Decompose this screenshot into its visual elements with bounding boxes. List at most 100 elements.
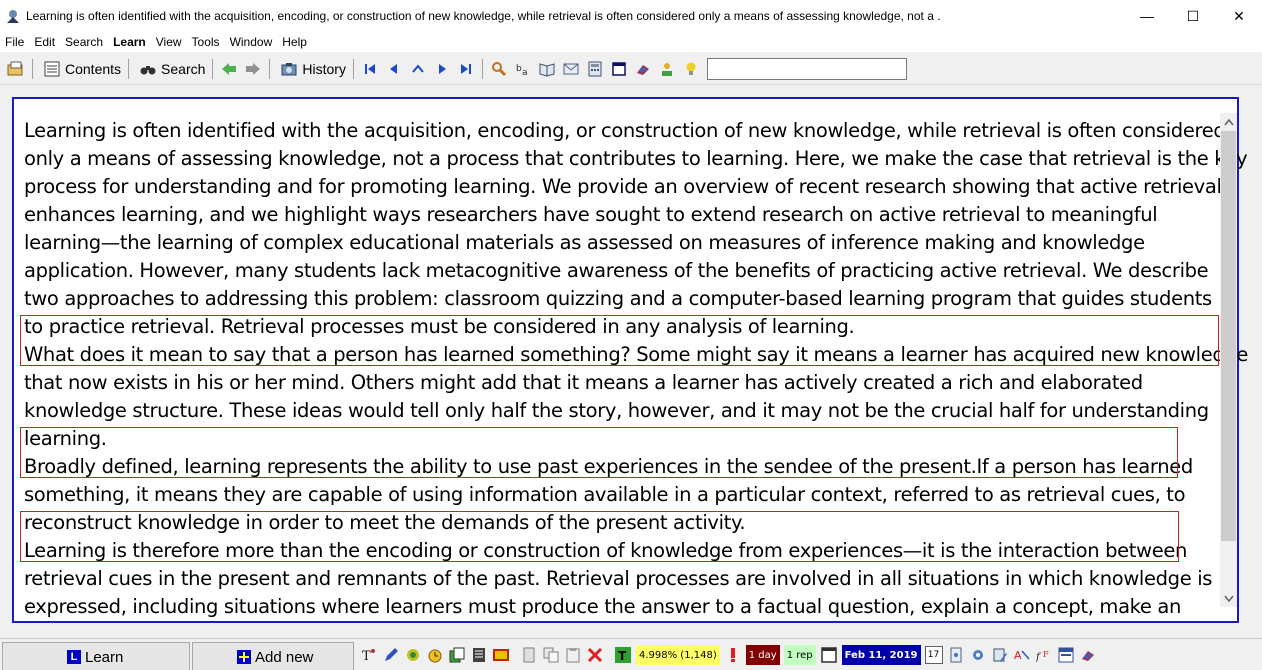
toolbar-separator	[481, 58, 483, 79]
parent-element-icon[interactable]	[408, 59, 428, 79]
text-line: process for understanding and for promot…	[24, 175, 1222, 198]
font-format-icon[interactable]: fF	[1035, 646, 1053, 664]
element-content-panel[interactable]: Learning is often identified with the ac…	[12, 97, 1249, 623]
font-icon[interactable]: T	[360, 646, 378, 664]
interval-badge: 1 day	[745, 645, 780, 665]
replace-text-icon[interactable]: ba	[513, 59, 533, 79]
add-new-icon	[237, 650, 251, 664]
stamp-icon[interactable]	[404, 646, 422, 664]
svg-text:T: T	[362, 649, 371, 663]
learn-tab-label: Learn	[85, 648, 124, 666]
history-button[interactable]: History	[274, 57, 349, 81]
learn-tab[interactable]: L Learn	[2, 642, 190, 670]
menu-help[interactable]: Help	[277, 32, 312, 52]
text-line: Broadly defined, learning represents the…	[24, 455, 1193, 478]
back-arrow-icon[interactable]	[219, 59, 239, 79]
menu-search[interactable]: Search	[60, 32, 108, 52]
camera-icon	[279, 59, 299, 79]
first-element-icon[interactable]	[360, 59, 380, 79]
text-line: Learning is often identified with the ac…	[24, 119, 1226, 142]
search-button[interactable]: Search	[133, 57, 208, 81]
calendar-icon[interactable]: 17	[924, 646, 943, 664]
title-bar: Learning is often identified with the ac…	[0, 0, 1262, 32]
calendar-day: 17	[927, 650, 940, 660]
window-icon[interactable]	[609, 59, 629, 79]
text-line: retrieval cues in the present and remnan…	[24, 567, 1213, 590]
paste-icon[interactable]	[520, 646, 538, 664]
scrollbar-thumb[interactable]	[1221, 131, 1236, 541]
menu-window[interactable]: Window	[225, 32, 278, 52]
toolbar: Contents Search History ba	[0, 53, 1262, 85]
menu-tools[interactable]: Tools	[187, 32, 225, 52]
text-line: learning—the learning of complex educati…	[24, 231, 1145, 254]
pencil-icon[interactable]	[991, 646, 1009, 664]
status-toolbar: T T 4.998% (1,148) 1 day 1 rep Feb 11, 2…	[358, 643, 1099, 667]
topic-icon[interactable]: T	[614, 646, 632, 664]
window-mode-icon[interactable]	[820, 646, 838, 664]
article-text[interactable]: Learning is often identified with the ac…	[24, 117, 1249, 621]
svg-text:a: a	[522, 68, 528, 77]
add-new-tab[interactable]: Add new	[192, 642, 354, 670]
learner-icon[interactable]	[657, 59, 677, 79]
menu-learn[interactable]: Learn	[108, 32, 151, 52]
toolbar-separator	[269, 58, 271, 79]
open-collection-icon[interactable]	[6, 59, 26, 79]
lightbulb-icon[interactable]	[681, 59, 701, 79]
document-icon[interactable]	[470, 646, 488, 664]
svg-text:F: F	[1043, 650, 1049, 659]
svg-text:T: T	[618, 649, 627, 663]
books-stack-icon[interactable]	[1079, 646, 1097, 664]
contents-button[interactable]: Contents	[37, 57, 124, 81]
text-line: learning.	[24, 427, 107, 450]
template-icon[interactable]	[1057, 646, 1075, 664]
text-line: What does it mean to say that a person h…	[24, 343, 1249, 366]
contents-icon	[42, 59, 62, 79]
toolbar-separator	[32, 58, 33, 79]
history-label: History	[302, 60, 346, 77]
menu-view[interactable]: View	[151, 32, 187, 52]
book-icon[interactable]	[537, 59, 557, 79]
find-icon[interactable]	[489, 59, 509, 79]
svg-text:f: f	[1036, 652, 1042, 663]
copy-icon[interactable]	[448, 646, 466, 664]
text-line: to practice retrieval. Retrieval process…	[24, 315, 855, 338]
menu-edit[interactable]: Edit	[29, 32, 60, 52]
edit-icon[interactable]	[382, 646, 400, 664]
text-line: two approaches to addressing this proble…	[24, 287, 1212, 310]
menu-bar: File Edit Search Learn View Tools Window…	[0, 32, 1262, 52]
search-label: Search	[161, 60, 206, 77]
exclamation-icon[interactable]	[724, 646, 742, 664]
maximize-button[interactable]: ☐	[1170, 0, 1216, 32]
repetitions-badge: 1 rep	[783, 645, 816, 665]
scroll-up-arrow-icon[interactable]	[1220, 113, 1237, 130]
clipboard-icon[interactable]	[564, 646, 582, 664]
duplicate-icon[interactable]	[542, 646, 560, 664]
close-button[interactable]: ✕	[1216, 0, 1262, 32]
menu-file[interactable]: File	[0, 32, 29, 52]
gear-icon[interactable]	[969, 646, 987, 664]
last-element-icon[interactable]	[456, 59, 476, 79]
flag-icon[interactable]	[492, 646, 510, 664]
add-new-tab-label: Add new	[255, 648, 314, 666]
delete-icon[interactable]	[586, 646, 604, 664]
text-line: enhances learning, and we highlight ways…	[24, 203, 1158, 226]
learn-badge: L	[67, 650, 81, 664]
text-line: Learning is therefore more than the enco…	[24, 539, 1187, 562]
calculator-icon[interactable]	[585, 59, 605, 79]
toolbar-search-input[interactable]	[706, 57, 907, 80]
next-element-icon[interactable]	[432, 59, 452, 79]
minimize-button[interactable]: —	[1124, 0, 1170, 32]
status-bar: L Learn Add new T T 4.998% (1,148) 1 day…	[0, 638, 1262, 670]
document-link-icon[interactable]	[947, 646, 965, 664]
clock-icon[interactable]	[426, 646, 444, 664]
vertical-scrollbar[interactable]	[1220, 113, 1237, 607]
app-icon	[5, 8, 21, 24]
toolbar-separator	[352, 58, 354, 79]
previous-element-icon[interactable]	[384, 59, 404, 79]
font-size-icon[interactable]: A	[1013, 646, 1031, 664]
scroll-down-arrow-icon[interactable]	[1220, 590, 1237, 607]
forward-arrow-icon[interactable]	[243, 59, 263, 79]
priority-percent-badge: 4.998% (1,148)	[636, 645, 720, 665]
mail-icon[interactable]	[561, 59, 581, 79]
books-icon[interactable]	[633, 59, 653, 79]
